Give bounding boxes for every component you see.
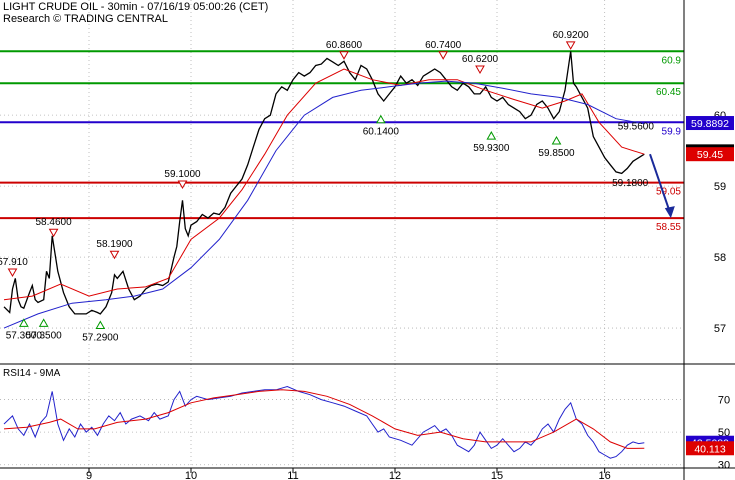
annotation-label: 59.9300: [473, 143, 510, 154]
level-label: 58.55: [656, 222, 681, 233]
rsi-tag-label: 40.113: [694, 443, 725, 455]
annotation-label: 59.5600: [618, 121, 655, 132]
chart-window: LIGHT CRUDE OIL - 30min - 07/16/19 05:00…: [0, 0, 735, 480]
series-ma_fast: [3, 68, 645, 301]
chart-canvas: 60.960.4559.959.0558.55 57.91057.300057.…: [0, 0, 735, 480]
annotation-label: 57.3500: [26, 330, 63, 341]
annotation-label: 59.8500: [538, 148, 575, 159]
rsi-tick-label: 70: [718, 395, 730, 407]
marker-up-triangle: [95, 320, 106, 330]
x-tick-label: 10: [185, 470, 197, 480]
marker-down-triangle: [339, 51, 349, 60]
forecast-arrow-head: [664, 206, 675, 219]
annotation-label: 60.8600: [326, 40, 363, 51]
marker-down-triangle: [438, 51, 449, 60]
y-tick-label: 57: [714, 323, 726, 335]
marker-up-triangle: [375, 114, 386, 124]
x-tick-label: 16: [599, 470, 611, 480]
y-tick-label: 58: [714, 252, 726, 264]
level-label: 59.05: [656, 187, 681, 198]
marker-down-triangle: [565, 41, 576, 50]
annotation-label: 59.1000: [164, 169, 201, 180]
series-ma_slow: [3, 80, 645, 329]
y-tick-label: 59: [714, 181, 726, 193]
x-tick-label: 9: [86, 470, 92, 480]
annotation-label: 58.4600: [36, 217, 73, 228]
annotation-label: 60.1400: [363, 127, 400, 138]
level-label: 60.9: [662, 55, 682, 66]
level-label: 59.9: [662, 126, 682, 137]
price-tag-label: 59.45: [697, 149, 723, 161]
rsi-series-ma9: [3, 389, 645, 449]
annotation-label: 57.910: [0, 257, 28, 268]
annotation-label: 58.1900: [96, 239, 133, 250]
annotation-label: 57.2900: [82, 333, 119, 344]
annotation-label: 60.6200: [462, 54, 499, 65]
marker-up-triangle: [551, 136, 562, 145]
marker-down-triangle: [475, 65, 485, 75]
x-tick-label: 15: [491, 470, 503, 480]
annotation-label: 60.9200: [553, 30, 590, 41]
marker-down-triangle: [177, 180, 188, 189]
marker-down-triangle: [48, 228, 59, 238]
annotation-label: 59.1800: [612, 178, 649, 189]
marker-up-triangle: [486, 131, 497, 140]
level-label: 60.45: [656, 87, 681, 98]
x-tick-label: 12: [389, 470, 401, 480]
price-tag-label: 59.8892: [691, 118, 729, 130]
rsi-title: RSI14 - 9MA: [3, 368, 61, 379]
marker-up-triangle: [38, 318, 49, 327]
annotation-label: 60.7400: [425, 40, 462, 51]
marker-down-triangle: [7, 268, 18, 277]
rsi-tick-label: 30: [718, 460, 730, 472]
marker-down-triangle: [109, 250, 120, 260]
x-tick-label: 11: [287, 470, 298, 480]
rsi-series-rsi: [3, 385, 645, 459]
